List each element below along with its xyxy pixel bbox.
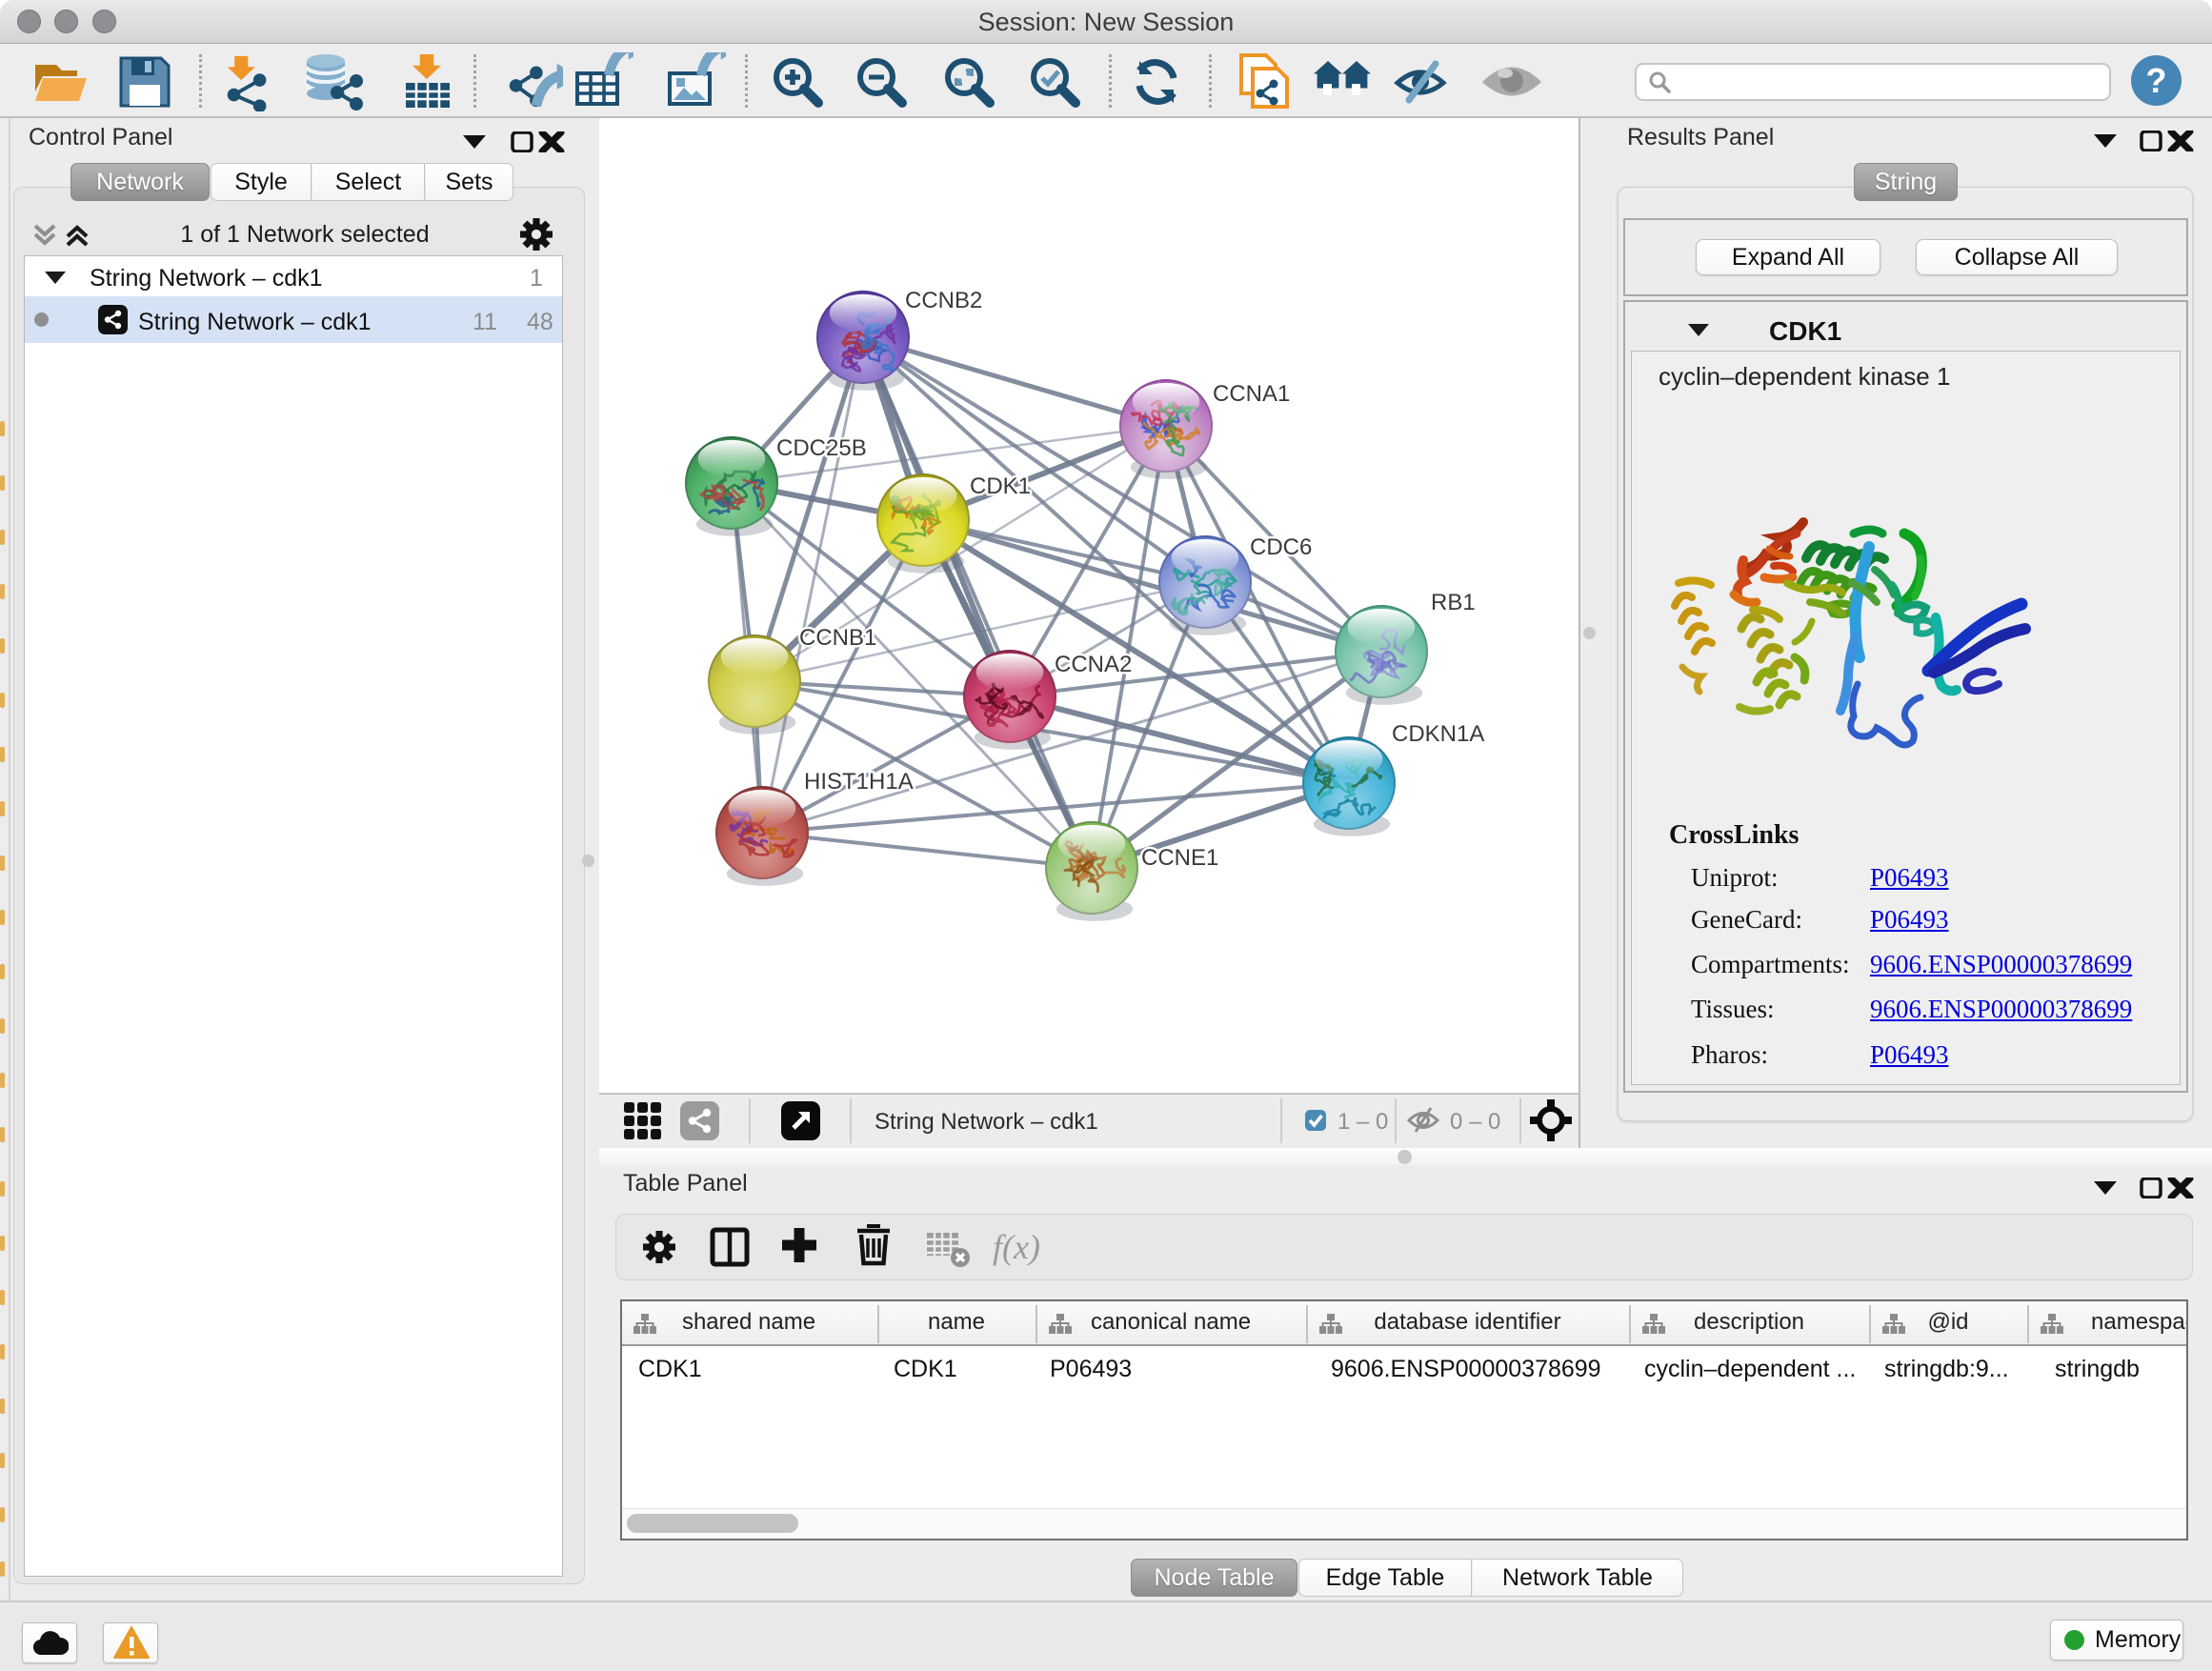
svg-text:RB1: RB1: [1431, 590, 1476, 615]
svg-text:CDK1: CDK1: [970, 473, 1031, 499]
svg-text:CCNA1: CCNA1: [1213, 381, 1290, 407]
svg-text:CCNB1: CCNB1: [799, 625, 876, 651]
svg-text:CCNE1: CCNE1: [1141, 845, 1218, 871]
svg-text:CDC25B: CDC25B: [776, 435, 867, 461]
svg-text:CCNA2: CCNA2: [1055, 652, 1132, 677]
svg-text:CDKN1A: CDKN1A: [1392, 721, 1484, 747]
svg-text:CCNB2: CCNB2: [905, 288, 982, 313]
svg-text:HIST1H1A: HIST1H1A: [804, 769, 914, 795]
svg-text:CDC6: CDC6: [1250, 534, 1312, 560]
